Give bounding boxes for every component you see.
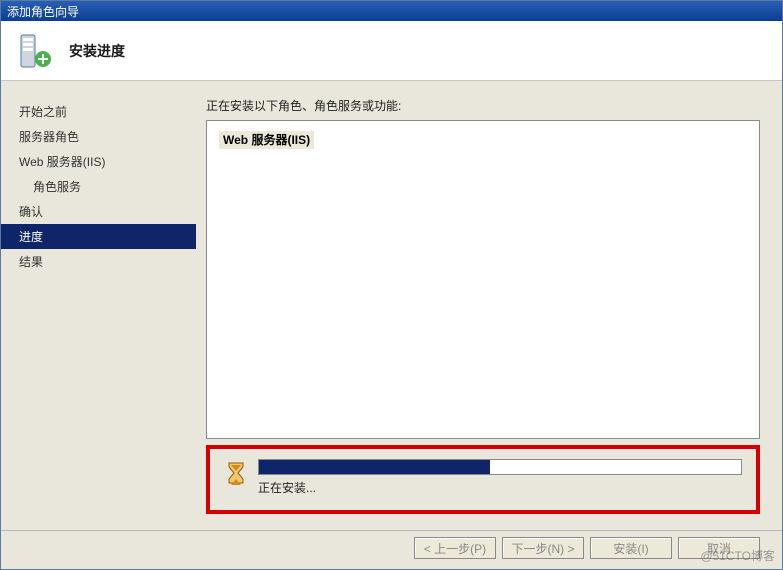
install-button[interactable]: 安装(I) <box>590 537 672 559</box>
role-list-box: Web 服务器(IIS) <box>206 120 760 439</box>
progress-region: 正在安装... <box>206 445 760 514</box>
main-panel: 正在安装以下角色、角色服务或功能: Web 服务器(IIS) 正在安装.. <box>196 81 782 530</box>
sidebar-item-results[interactable]: 结果 <box>1 249 196 274</box>
wizard-body: 开始之前 服务器角色 Web 服务器(IIS) 角色服务 确认 进度 结果 正在… <box>1 81 782 530</box>
sidebar-item-server-roles[interactable]: 服务器角色 <box>1 124 196 149</box>
wizard-buttons: < 上一步(P) 下一步(N) > 安装(I) 取消 <box>1 530 782 569</box>
sidebar-item-before-you-begin[interactable]: 开始之前 <box>1 99 196 124</box>
install-progressbar <box>258 459 742 475</box>
window-title: 添加角色向导 <box>7 5 79 19</box>
sidebar-item-role-services[interactable]: 角色服务 <box>1 174 196 199</box>
sidebar: 开始之前 服务器角色 Web 服务器(IIS) 角色服务 确认 进度 结果 <box>1 81 196 530</box>
prev-button[interactable]: < 上一步(P) <box>414 537 496 559</box>
wizard-header: 安装进度 <box>1 21 782 81</box>
cancel-button[interactable]: 取消 <box>678 537 760 559</box>
sidebar-item-progress[interactable]: 进度 <box>1 224 196 249</box>
titlebar: 添加角色向导 <box>1 1 782 21</box>
wizard-window: 添加角色向导 安装进度 开始之前 服务器角色 Web 服务器(IIS) 角色服务… <box>0 0 783 570</box>
hourglass-icon <box>224 461 248 494</box>
server-add-role-icon <box>15 31 55 71</box>
next-button[interactable]: 下一步(N) > <box>502 537 584 559</box>
page-title: 安装进度 <box>69 41 125 61</box>
install-progressbar-fill <box>259 460 490 474</box>
sidebar-item-confirmation[interactable]: 确认 <box>1 199 196 224</box>
sidebar-item-web-server-iis[interactable]: Web 服务器(IIS) <box>1 149 196 174</box>
install-status-text: 正在安装... <box>258 479 742 496</box>
install-description: 正在安装以下角色、角色服务或功能: <box>206 97 760 114</box>
role-name: Web 服务器(IIS) <box>219 131 314 149</box>
